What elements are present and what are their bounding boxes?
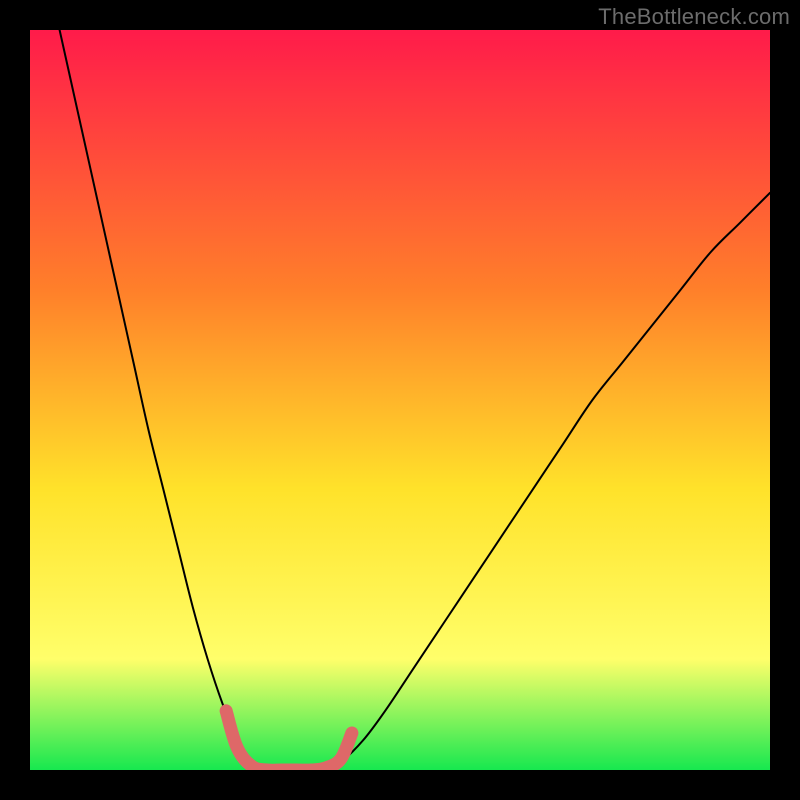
plot-area [30,30,770,770]
watermark-text: TheBottleneck.com [598,4,790,30]
outer-frame: TheBottleneck.com [0,0,800,800]
chart-svg [30,30,770,770]
